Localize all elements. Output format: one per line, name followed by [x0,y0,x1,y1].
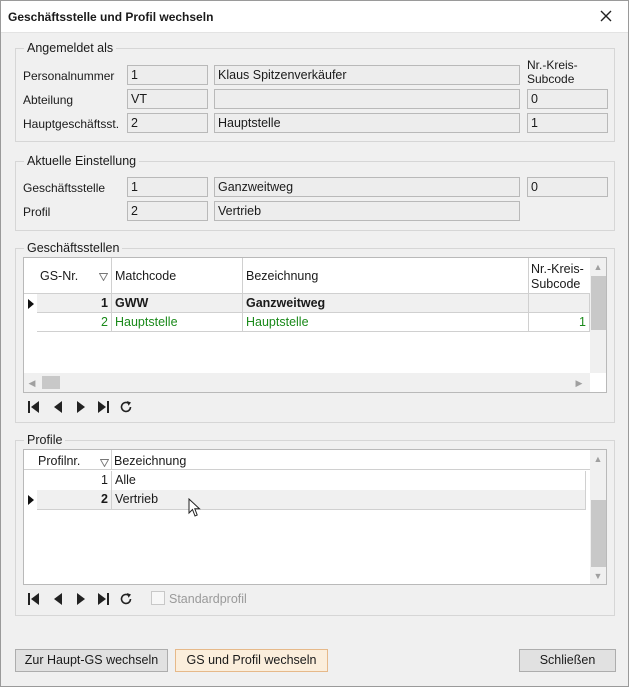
gs-profil-wechseln-button[interactable]: GS und Profil wechseln [175,649,328,672]
field-aktuell-profil-name: Vertrieb [214,201,520,221]
standardprofil-label: Standardprofil [169,592,247,606]
header-bezeichnung[interactable]: Bezeichnung [246,269,318,283]
previous-record-icon[interactable] [51,592,65,606]
cell-matchcode[interactable]: GWW [112,294,243,313]
subcode-header-line1: Nr.-Kreis- [527,58,578,72]
zur-haupt-gs-button[interactable]: Zur Haupt-GS wechseln [15,649,168,672]
sort-indicator-icon[interactable] [98,270,109,284]
field-abteilung-subcode: 0 [527,89,608,109]
scroll-thumb-h[interactable] [42,376,60,389]
scroll-thumb[interactable] [591,500,606,567]
header-gs-nr[interactable]: GS-Nr. [40,269,78,283]
scroll-up-icon[interactable]: ▲ [593,262,603,272]
cell-matchcode[interactable]: Hauptstelle [112,313,243,332]
field-aktuell-gs-subcode: 0 [527,177,608,197]
last-record-icon[interactable] [96,592,110,606]
previous-record-icon[interactable] [51,400,65,414]
header-subcode-line1[interactable]: Nr.-Kreis- [531,262,584,276]
close-icon[interactable] [598,9,614,25]
header-bezeichnung[interactable]: Bezeichnung [114,454,186,468]
group-label-profile: Profile [24,433,66,447]
cell-subcode[interactable] [529,294,590,313]
refresh-icon[interactable] [119,400,133,414]
cell-profil-bezeichnung[interactable]: Vertrieb [112,490,586,510]
field-hauptgs-nr: 2 [127,113,208,133]
field-abteilung-nr: VT [127,89,208,109]
header-subcode-line2[interactable]: Subcode [531,277,580,291]
next-record-icon[interactable] [74,592,88,606]
title-bar: Geschäftsstelle und Profil wechseln [1,1,628,33]
sort-indicator-icon[interactable] [99,456,110,470]
next-record-icon[interactable] [74,400,88,414]
cell-gs-nr[interactable]: 2 [37,313,112,332]
field-personalnummer: 1 [127,65,208,85]
scroll-left-icon[interactable]: ◀ [27,378,37,388]
row-pointer-icon [28,494,36,505]
refresh-icon[interactable] [119,592,133,606]
cell-profilnr[interactable]: 2 [37,490,112,510]
field-aktuell-gs-nr: 1 [127,177,208,197]
window-title: Geschäftsstelle und Profil wechseln [8,10,214,24]
group-label-angemeldet: Angemeldet als [24,41,117,55]
geschaeftsstellen-grid[interactable]: GS-Nr. Matchcode Bezeichnung Nr.-Kreis- … [23,257,607,393]
mouse-cursor-icon [188,497,202,521]
field-hauptgs-subcode: 1 [527,113,608,133]
label-hauptgeschaeftsstelle: Hauptgeschäftsst. [23,117,120,131]
header-profilnr[interactable]: Profilnr. [38,454,80,468]
first-record-icon[interactable] [27,400,41,414]
field-aktuell-profil-nr: 2 [127,201,208,221]
vertical-scrollbar[interactable]: ▲ [590,258,606,373]
scroll-thumb[interactable] [591,276,606,330]
field-abteilung-name [214,89,520,109]
label-abteilung: Abteilung [23,93,74,107]
standardprofil-checkbox[interactable] [151,591,165,605]
vertical-scrollbar[interactable]: ▲ ▼ [590,450,606,584]
group-label-geschaeftsstellen: Geschäftsstellen [24,241,123,255]
label-personalnummer: Personalnummer [23,69,115,83]
profile-navigator [27,591,137,611]
field-hauptgs-name: Hauptstelle [214,113,520,133]
field-aktuell-gs-name: Ganzweitweg [214,177,520,197]
scroll-up-icon[interactable]: ▲ [593,454,603,464]
dialog-window: Geschäftsstelle und Profil wechseln Ange… [0,0,629,687]
header-matchcode[interactable]: Matchcode [115,269,176,283]
row-pointer-icon [28,298,36,309]
profile-grid[interactable]: Profilnr. Bezeichnung 1 Alle 2 Vertrieb … [23,449,607,585]
cell-gs-nr[interactable]: 1 [37,294,112,313]
schliessen-button[interactable]: Schließen [519,649,616,672]
label-profil: Profil [23,205,51,219]
horizontal-scrollbar[interactable]: ◀ ▶ [24,373,590,392]
scroll-right-icon[interactable]: ▶ [574,378,584,388]
last-record-icon[interactable] [96,400,110,414]
cell-profil-bezeichnung[interactable]: Alle [112,471,586,491]
scroll-down-icon[interactable]: ▼ [593,571,603,581]
cell-bezeichnung[interactable]: Ganzweitweg [243,294,529,313]
cell-subcode[interactable]: 1 [529,313,590,332]
label-geschaeftsstelle: Geschäftsstelle [23,181,106,195]
cell-bezeichnung[interactable]: Hauptstelle [243,313,529,332]
first-record-icon[interactable] [27,592,41,606]
cell-profilnr[interactable]: 1 [37,471,112,491]
group-label-aktuell: Aktuelle Einstellung [24,154,140,168]
subcode-header-line2: Subcode [527,72,575,86]
field-personalname: Klaus Spitzenverkäufer [214,65,520,85]
gs-navigator [27,398,137,418]
